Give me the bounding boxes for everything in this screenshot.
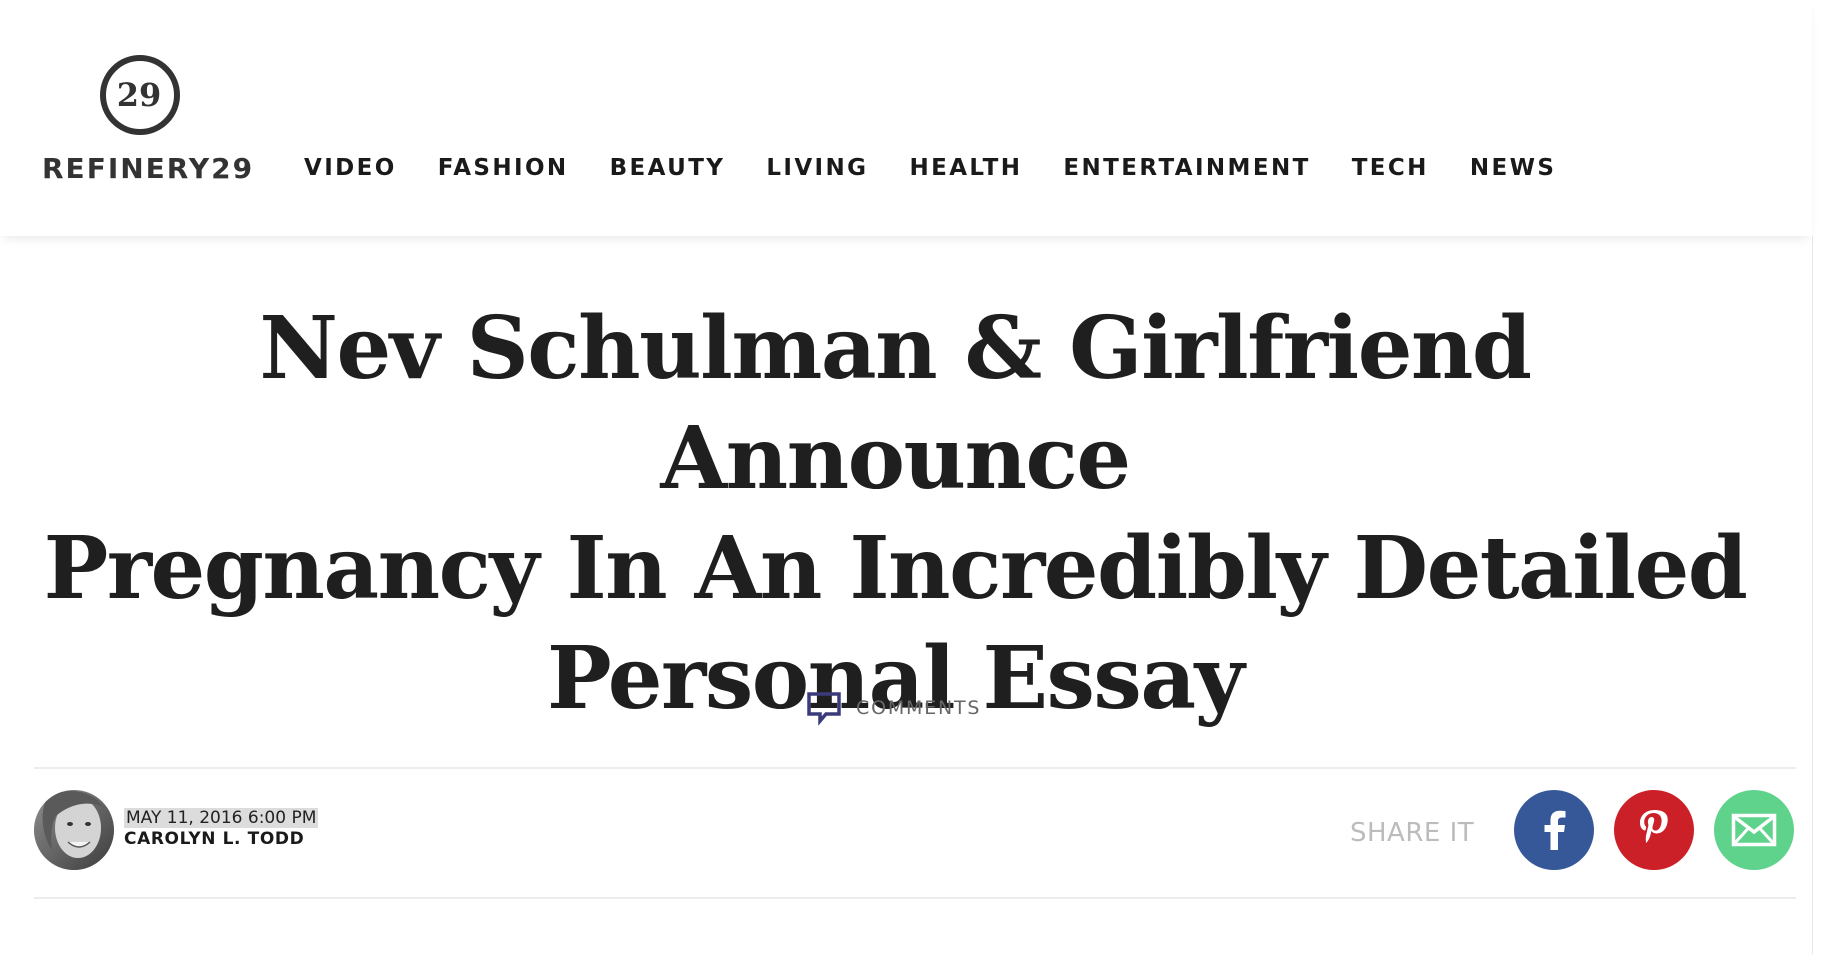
nav-item-health[interactable]: HEALTH [909,155,1022,181]
byline-divider-top [34,767,1796,769]
article-byline: MAY 11, 2016 6:00 PM CAROLYN L. TODD [124,808,319,850]
share-email-button[interactable] [1714,790,1794,870]
nav-item-living[interactable]: LIVING [766,155,868,181]
headline-line-2: Pregnancy In An Incredibly Detailed [43,518,1748,619]
nav-item-news[interactable]: NEWS [1470,155,1557,181]
envelope-icon [1731,813,1777,847]
author-photo [34,790,114,870]
byline-divider-bottom [34,897,1796,899]
site-header: 29 REFINERY29 VIDEO FASHION BEAUTY LIVIN… [0,0,1812,236]
share-pinterest-button[interactable] [1614,790,1694,870]
page-scrollbar[interactable] [1812,236,1822,954]
author-avatar[interactable] [34,790,114,870]
nav-item-entertainment[interactable]: ENTERTAINMENT [1063,155,1310,181]
pinterest-icon [1640,810,1668,843]
nav-item-fashion[interactable]: FASHION [438,155,569,181]
site-logo[interactable]: 29 REFINERY29 [42,52,252,192]
article-headline: Nev Schulman & Girlfriend Announce Pregn… [30,294,1760,734]
refinery29-logo-icon: 29 [100,55,180,135]
headline-line-1: Nev Schulman & Girlfriend Announce [259,298,1532,509]
logo-wordmark: REFINERY29 [42,152,255,185]
facebook-icon [1544,810,1566,850]
logo-mark-text: 29 [117,76,162,114]
publish-date: MAY 11, 2016 6:00 PM [124,808,319,828]
nav-item-beauty[interactable]: BEAUTY [610,155,726,181]
comments-link[interactable]: COMMENTS [806,690,981,726]
nav-item-video[interactable]: VIDEO [304,155,397,181]
share-label: SHARE IT [1350,818,1475,848]
nav-item-tech[interactable]: TECH [1352,155,1429,181]
comments-label: COMMENTS [856,697,982,719]
speech-bubble-icon [807,692,841,726]
author-name[interactable]: CAROLYN L. TODD [124,828,318,850]
main-nav: VIDEO FASHION BEAUTY LIVING HEALTH ENTER… [304,150,1597,186]
share-facebook-button[interactable] [1514,790,1594,870]
